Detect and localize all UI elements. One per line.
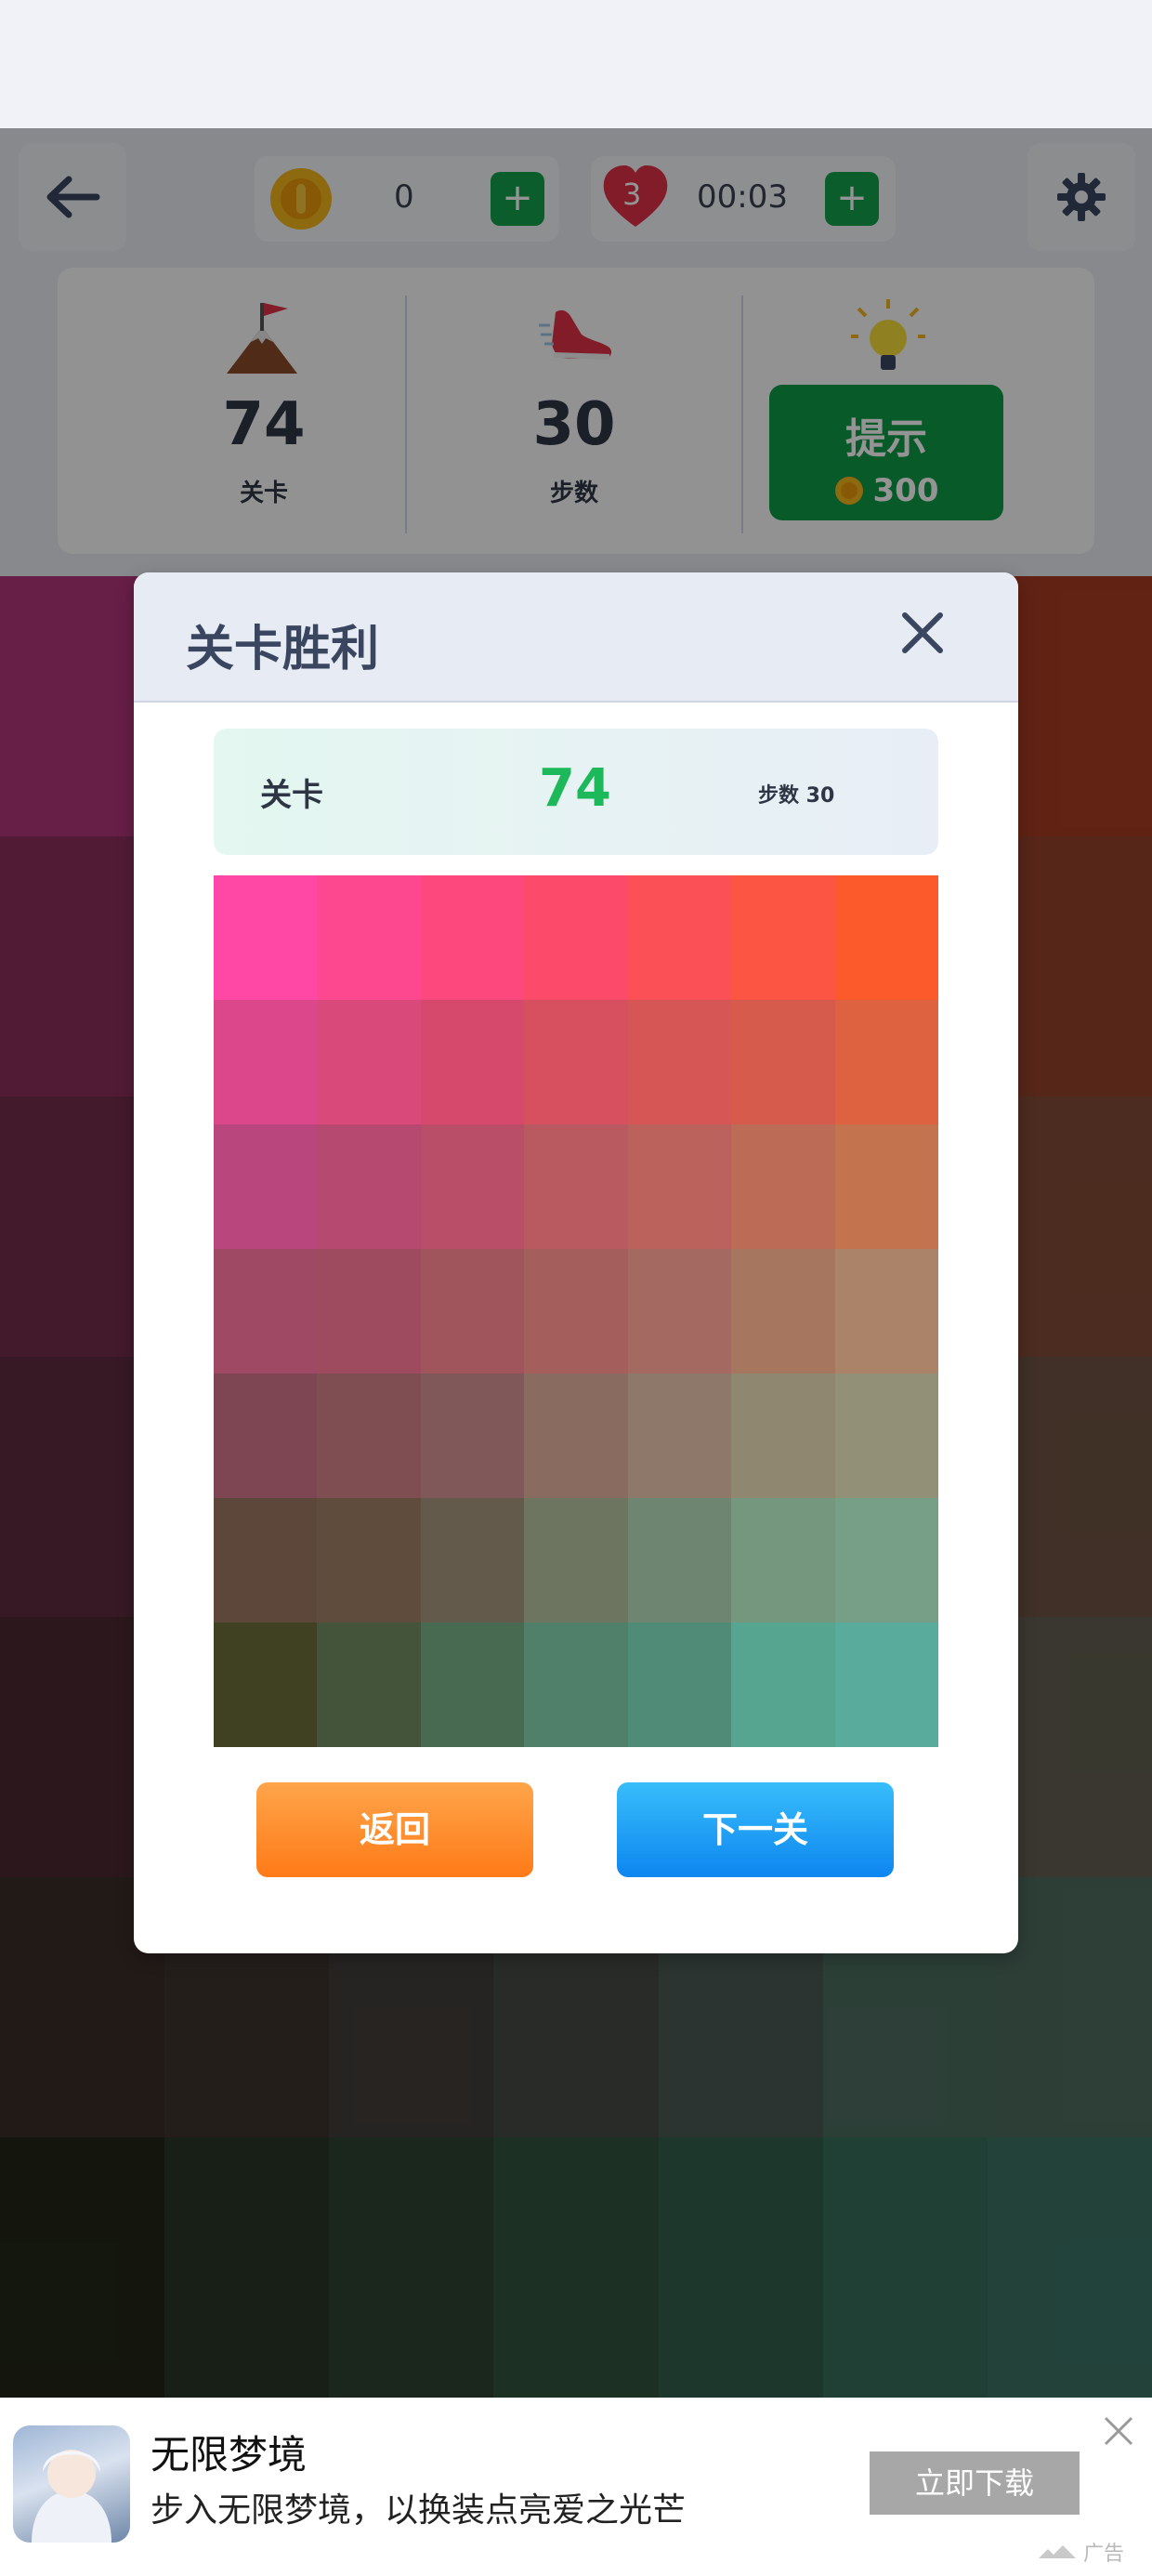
preview-tile [317, 875, 421, 1000]
result-level-value: 74 [539, 758, 611, 819]
preview-tile [420, 1623, 525, 1747]
preview-tile [731, 1249, 835, 1373]
preview-tile [524, 1498, 628, 1623]
preview-tile [627, 875, 732, 1000]
character-portrait-icon [32, 2450, 111, 2543]
preview-tile [834, 1498, 938, 1623]
preview-tile [524, 1373, 628, 1498]
preview-tile [214, 1124, 318, 1249]
preview-tile [834, 1249, 938, 1373]
preview-tile [420, 1000, 525, 1124]
preview-tile [834, 1000, 938, 1124]
preview-tile [317, 1124, 421, 1249]
preview-tile [317, 1249, 421, 1373]
preview-tile [420, 1124, 525, 1249]
preview-tile [214, 1623, 318, 1747]
preview-tile [627, 1249, 732, 1373]
preview-tile [214, 1498, 318, 1623]
ad-tag-text: 广告 [1083, 2543, 1125, 2566]
preview-tile [317, 1000, 421, 1124]
preview-tile [731, 1498, 835, 1623]
dialog-header: 关卡胜利 [134, 572, 1018, 703]
ad-title: 无限梦境 [151, 2432, 308, 2477]
preview-tile [524, 1623, 628, 1747]
preview-tile [214, 1249, 318, 1373]
preview-tile [834, 1623, 938, 1747]
level-complete-dialog: 关卡胜利 关卡 74 步数 30 返回 下一关 [134, 572, 1018, 1953]
ad-label: 广告 [1037, 2537, 1124, 2567]
preview-tile [420, 1373, 525, 1498]
preview-tile [317, 1498, 421, 1623]
dialog-title: 关卡胜利 [186, 622, 380, 677]
preview-tile [834, 875, 938, 1000]
preview-tile [524, 875, 628, 1000]
preview-tile [524, 1124, 628, 1249]
solved-puzzle-preview [214, 875, 938, 1747]
preview-tile [214, 875, 318, 1000]
preview-tile [627, 1623, 732, 1747]
close-icon[interactable] [894, 604, 951, 662]
download-button[interactable]: 立即下载 [870, 2451, 1080, 2515]
preview-tile [627, 1000, 732, 1124]
return-button[interactable]: 返回 [256, 1782, 533, 1877]
preview-tile [834, 1124, 938, 1249]
preview-tile [317, 1373, 421, 1498]
result-level-label: 关卡 [260, 777, 323, 814]
preview-tile [731, 1373, 835, 1498]
preview-tile [731, 875, 835, 1000]
ad-provider-icon [1039, 2545, 1076, 2558]
preview-tile [627, 1373, 732, 1498]
preview-tile [731, 1000, 835, 1124]
ad-banner[interactable]: 无限梦境 步入无限梦境，以换装点亮爱之光芒 立即下载 广告 [0, 2398, 1152, 2576]
preview-tile [420, 1498, 525, 1623]
preview-tile [834, 1373, 938, 1498]
preview-tile [420, 1249, 525, 1373]
preview-tile [420, 875, 525, 1000]
preview-tile [524, 1249, 628, 1373]
ad-description: 步入无限梦境，以换装点亮爱之光芒 [151, 2491, 687, 2530]
status-bar [0, 0, 1152, 128]
preview-tile [627, 1124, 732, 1249]
close-icon[interactable] [1102, 2414, 1135, 2448]
result-summary: 关卡 74 步数 30 [214, 729, 938, 855]
preview-tile [524, 1000, 628, 1124]
result-steps: 步数 30 [758, 784, 835, 808]
preview-tile [731, 1623, 835, 1747]
preview-tile [627, 1498, 732, 1623]
preview-tile [214, 1000, 318, 1124]
preview-tile [731, 1124, 835, 1249]
preview-tile [317, 1623, 421, 1747]
ad-thumbnail[interactable] [13, 2425, 130, 2543]
preview-tile [214, 1373, 318, 1498]
next-level-button[interactable]: 下一关 [617, 1782, 894, 1877]
